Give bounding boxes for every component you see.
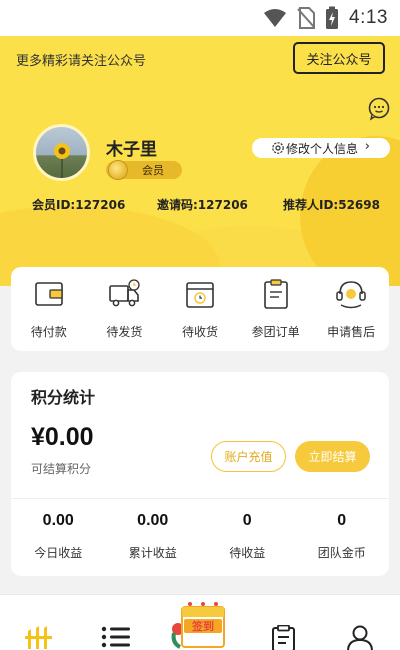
chevron-right-icon: › [364,139,370,154]
settleable-amount-label: 可结算积分 [31,462,92,476]
stat-team-coins[interactable]: 0 团队金币 [295,512,390,561]
customer-service-icon [336,281,366,309]
points-statistics-card: 积分统计 ¥0.00 可结算积分 账户充值 立即结算 0.00 今日收益 0.0… [11,372,389,576]
signin-badge-text: 签到 [191,619,214,633]
wifi-icon [264,9,287,27]
stat-pending-earnings[interactable]: 0 待收益 [200,512,295,561]
referrer-id: 推荐人ID:52698 [283,198,380,212]
clipboard-order-icon [263,279,288,309]
earnings-stats: 0.00 今日收益 0.00 累计收益 0 待收益 0 团队金币 [11,512,389,561]
order-pending-receipt[interactable]: 待收货 [162,267,238,351]
chat-message-icon[interactable] [367,97,391,121]
no-sim-icon [297,7,316,29]
order-pending-shipment[interactable]: 待发货 [87,267,163,351]
member-id: 会员ID:127206 [32,198,126,212]
settleable-amount: ¥0.00 [31,423,94,451]
invite-code[interactable]: 邀请码:127206 [157,196,248,213]
stat-total-earnings[interactable]: 0.00 累计收益 [106,512,201,561]
status-bar: 4:13 [0,0,400,36]
delivery-truck-icon [109,279,141,307]
account-recharge-button[interactable]: 账户充值 [211,441,286,472]
edit-profile-label: 修改个人信息 [286,141,359,156]
username: 木子里 [106,140,157,160]
gear-icon [272,142,284,154]
avatar[interactable] [33,124,90,181]
promo-text: 更多精彩请关注公众号 [16,54,147,69]
package-box-icon [186,282,214,308]
follow-official-account-button[interactable]: 关注公众号 [293,42,385,74]
signin-icon[interactable]: 签到 [170,597,230,650]
status-time: 4:13 [349,7,388,28]
battery-charging-icon [326,6,339,29]
home-icon[interactable] [25,625,53,649]
settle-now-button[interactable]: 立即结算 [295,441,370,472]
stat-today-earnings[interactable]: 0.00 今日收益 [11,512,106,561]
order-group-buy[interactable]: 参团订单 [238,267,314,351]
list-icon[interactable] [101,625,131,649]
wallet-icon [34,282,63,306]
divider [11,498,389,499]
order-after-sales[interactable]: 申请售后 [313,267,389,351]
profile-icon[interactable] [346,625,374,650]
orders-icon[interactable] [271,625,297,650]
member-level-badge: 会员 [106,160,182,180]
profile-header: 更多精彩请关注公众号 关注公众号 木子里 会员 修改个人信息 › 会员ID:12… [0,36,400,286]
order-pending-payment[interactable]: 待付款 [11,267,87,351]
coin-icon [108,160,128,180]
order-status-card: 待付款 待发货 待收货 参团订单 申请售后 [11,267,389,351]
edit-profile-button[interactable]: 修改个人信息 › [252,138,390,158]
points-title: 积分统计 [31,388,96,407]
